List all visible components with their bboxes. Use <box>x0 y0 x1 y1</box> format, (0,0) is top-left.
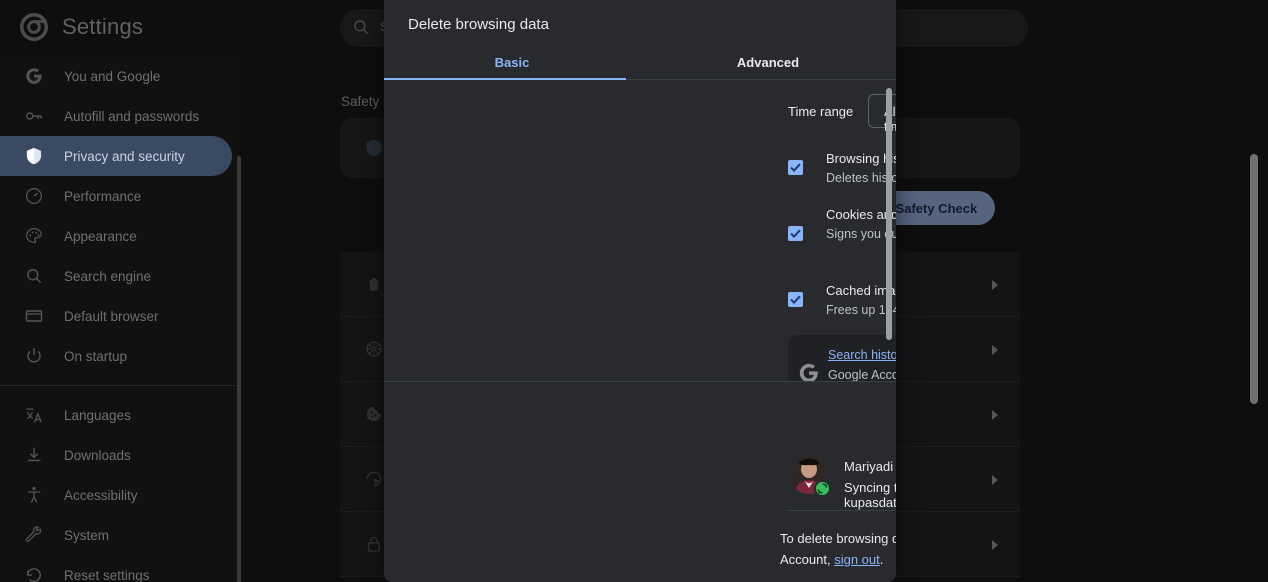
chevron-right-icon <box>992 475 998 485</box>
shield-icon <box>364 138 384 158</box>
sidebar-item-appearance[interactable]: Appearance <box>0 216 232 256</box>
dialog-scrollbar[interactable] <box>886 88 892 340</box>
tab-advanced[interactable]: Advanced <box>640 44 896 80</box>
cookie-icon <box>364 404 384 424</box>
settings-page: Settings Search settings You and GoogleA… <box>0 0 1268 582</box>
chevron-right-icon <box>992 540 998 550</box>
time-range-label: Time range <box>788 104 854 119</box>
download-icon <box>24 445 44 465</box>
google-g-icon <box>24 66 44 86</box>
footer-text-after: . <box>879 552 884 567</box>
chrome-logo-icon <box>20 13 48 41</box>
checkbox-browsing-history[interactable] <box>788 160 803 175</box>
compass-icon <box>364 339 384 359</box>
delete-browsing-data-dialog: Delete browsing data Basic Advanced Time… <box>384 0 896 582</box>
sidebar-item-reset-settings[interactable]: Reset settings <box>0 555 232 582</box>
account-name: Mariyadi <box>844 459 894 474</box>
sidebar-item-autofill-and-passwords[interactable]: Autofill and passwords <box>0 96 232 136</box>
sidebar-item-label: Autofill and passwords <box>64 108 200 124</box>
sidebar-item-accessibility[interactable]: Accessibility <box>0 475 232 515</box>
sidebar-item-performance[interactable]: Performance <box>0 176 232 216</box>
chevron-right-icon <box>992 280 998 290</box>
magnifier-icon <box>24 266 44 286</box>
sidebar-item-label: You and Google <box>64 68 161 84</box>
search-icon <box>352 18 370 36</box>
sidebar-item-default-browser[interactable]: Default browser <box>0 296 232 336</box>
sidebar-item-languages[interactable]: Languages <box>0 395 232 435</box>
lock-icon <box>364 534 384 554</box>
sidebar-item-downloads[interactable]: Downloads <box>0 435 232 475</box>
search-history-link[interactable]: Search history <box>828 348 896 362</box>
power-icon <box>24 346 44 366</box>
speedometer-icon <box>24 186 44 206</box>
tab-basic[interactable]: Basic <box>384 44 640 80</box>
palette-icon <box>24 226 44 246</box>
key-icon <box>24 106 44 126</box>
browser-window-icon <box>24 306 44 326</box>
sidebar-item-label: Downloads <box>64 447 131 463</box>
accessibility-icon <box>24 485 44 505</box>
sidebar-item-label: Accessibility <box>64 487 138 503</box>
sidebar-divider <box>0 385 240 386</box>
dialog-footer-text: To delete browsing data from this device… <box>780 528 896 570</box>
restore-icon <box>24 565 44 582</box>
tab-active-underline <box>384 78 626 80</box>
account-divider <box>788 510 896 511</box>
sidebar-item-label: Privacy and security <box>64 148 185 164</box>
account-sync-status: Syncing to kupasdata@gmail.com <box>844 480 896 510</box>
sidebar-item-label: Performance <box>64 188 142 204</box>
trash-icon <box>364 274 384 294</box>
dialog-tabs: Basic Advanced <box>384 44 896 80</box>
checkbox-cookies[interactable] <box>788 226 803 241</box>
sidebar-item-privacy-and-security[interactable]: Privacy and security <box>0 136 232 176</box>
sign-out-link[interactable]: sign out <box>834 552 880 567</box>
dialog-action-bar <box>384 381 896 441</box>
translate-icon <box>24 405 44 425</box>
page-title: Settings <box>62 14 144 39</box>
sidebar-item-label: Search engine <box>64 268 152 284</box>
sync-icon <box>814 480 831 497</box>
sidebar-item-label: Appearance <box>64 228 137 244</box>
sidebar-item-label: Default browser <box>64 308 159 324</box>
shield-icon <box>24 146 44 166</box>
sidebar-item-system[interactable]: System <box>0 515 232 555</box>
sidebar-item-label: System <box>64 527 110 543</box>
chevron-right-icon <box>992 410 998 420</box>
sidebar-item-label: On startup <box>64 348 128 364</box>
checkbox-cached-images[interactable] <box>788 292 803 307</box>
sidebar-item-label: Reset settings <box>64 567 150 582</box>
main-scrollbar[interactable] <box>1250 154 1258 404</box>
sidebar-item-label: Languages <box>64 407 131 423</box>
wrench-icon <box>24 525 44 545</box>
sidebar-item-you-and-google[interactable]: You and Google <box>0 56 232 96</box>
ad-cursor-icon <box>364 469 384 489</box>
info-box-text: Search history and other forms of activi… <box>828 345 896 385</box>
dialog-title: Delete browsing data <box>408 16 549 33</box>
sidebar: You and Google Autofill and passwords Priv… <box>0 56 241 582</box>
sidebar-item-search-engine[interactable]: Search engine <box>0 256 232 296</box>
safety-heading: Safety <box>341 94 380 109</box>
chevron-right-icon <box>992 345 998 355</box>
sidebar-item-on-startup[interactable]: On startup <box>0 336 232 376</box>
